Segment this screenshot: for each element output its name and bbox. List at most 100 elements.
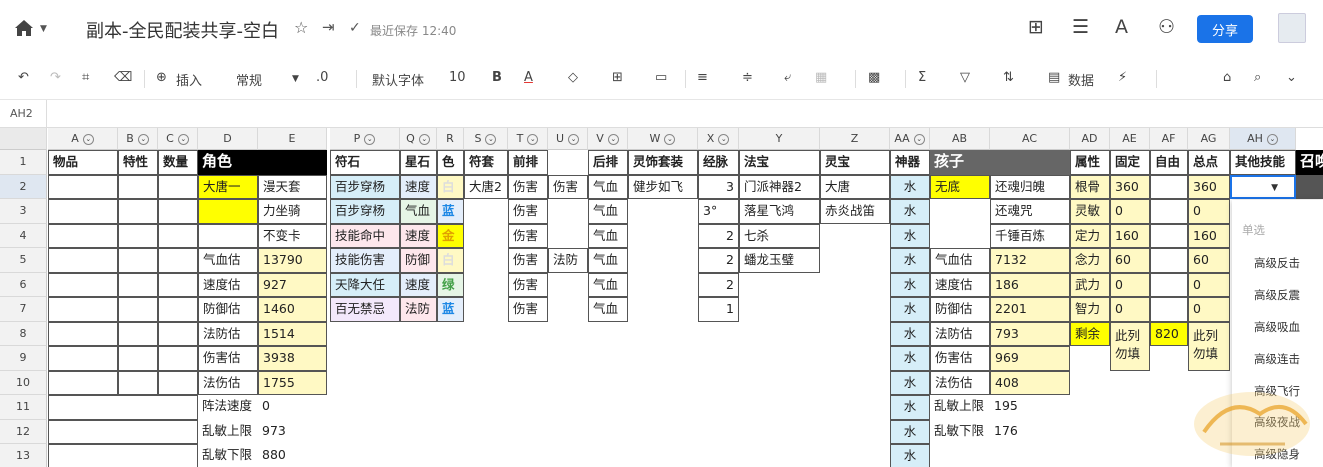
valign-icon[interactable]: ≑ — [742, 70, 753, 85]
header-Q[interactable]: 星石 — [400, 150, 437, 175]
column-header-Q[interactable]: Q ⌄ — [400, 128, 437, 150]
header-W[interactable]: 灵饰套装 — [628, 150, 698, 175]
meridian[interactable]: 3 — [698, 174, 739, 199]
move-icon[interactable]: ⇥ — [322, 18, 335, 36]
rune-color[interactable]: 蓝 — [437, 199, 464, 224]
fill-color-icon[interactable]: ◇ — [568, 70, 578, 85]
child-stat-label[interactable]: 乱敏下限 — [930, 420, 990, 445]
decimal-stepper[interactable]: .0 — [316, 70, 328, 85]
menu-icon[interactable]: ☰ — [1072, 16, 1089, 38]
ornament-set[interactable]: 健步如飞 — [628, 174, 698, 199]
row-header-7[interactable]: 7 — [0, 297, 47, 322]
attr-free[interactable] — [1150, 248, 1188, 273]
column-header-AC[interactable]: AC — [990, 128, 1070, 150]
rune-star[interactable]: 气血 — [400, 199, 437, 224]
child-stat-value[interactable]: 186 — [990, 272, 1070, 297]
border-icon[interactable]: ⊞ — [612, 70, 623, 85]
front-row[interactable]: 伤害 — [508, 297, 548, 322]
spirit-treasure[interactable]: 赤炎战笛 — [820, 199, 890, 224]
column-header-AA[interactable]: AA ⌄ — [890, 128, 930, 150]
back-row[interactable]: 气血 — [588, 248, 628, 273]
cell-C7[interactable] — [158, 297, 198, 322]
header-AI[interactable]: 召唤 — [1296, 150, 1323, 175]
row-header-11[interactable]: 11 — [0, 395, 47, 420]
number-format-select[interactable]: 常规 — [236, 70, 262, 89]
artifact-cell[interactable]: 水 — [890, 272, 930, 297]
child-skill[interactable]: 还魂咒 — [990, 199, 1070, 224]
cell-C2[interactable] — [158, 174, 198, 199]
dropdown-option[interactable]: 高级反震 — [1254, 287, 1300, 303]
select-all-corner[interactable] — [0, 128, 47, 150]
cell-C9[interactable] — [158, 346, 198, 371]
attr-free[interactable] — [1150, 199, 1188, 224]
attr-name[interactable]: 念力 — [1070, 248, 1110, 273]
front-row-2[interactable] — [548, 273, 588, 298]
column-header-AF[interactable]: AF — [1150, 128, 1188, 150]
front-row[interactable]: 伤害 — [508, 248, 548, 273]
header-C[interactable]: 数量 — [158, 150, 198, 175]
treasure[interactable]: 门派神器2 — [739, 174, 820, 199]
attr-name[interactable]: 灵敏 — [1070, 199, 1110, 224]
attr-total[interactable]: 0 — [1188, 272, 1230, 297]
artifact-cell[interactable]: 水 — [890, 419, 930, 444]
collaborator-icon[interactable]: ⚇ — [1158, 16, 1175, 38]
treasure[interactable]: 蟠龙玉璧 — [739, 248, 820, 273]
role-stat-value[interactable]: 1755 — [258, 370, 327, 395]
cell-C4[interactable] — [158, 223, 198, 248]
column-header-Z[interactable]: Z — [820, 128, 890, 150]
cell-C10[interactable] — [158, 370, 198, 395]
row-header-3[interactable]: 3 — [0, 199, 47, 224]
header-Z[interactable]: 灵宝 — [820, 150, 890, 175]
meridian[interactable]: 2 — [698, 272, 739, 297]
column-filter-icon[interactable]: ⌄ — [913, 133, 925, 145]
header-A[interactable]: 物品 — [48, 150, 118, 175]
column-header-AE[interactable]: AE — [1110, 128, 1150, 150]
rune-color[interactable]: 金 — [437, 223, 464, 248]
rune-name[interactable]: 百步穿杨 — [330, 174, 400, 199]
cell-E2[interactable]: 漫天套 — [258, 174, 327, 199]
child-stat-value[interactable]: 969 — [990, 346, 1070, 371]
insert-button[interactable]: 插入 — [176, 70, 202, 89]
role-stat-label[interactable]: 防御估 — [198, 297, 258, 322]
column-header-AB[interactable]: AB — [930, 128, 990, 150]
row-header-2[interactable]: 2 — [0, 174, 47, 199]
attr-total[interactable]: 60 — [1188, 248, 1230, 273]
front-row-2[interactable] — [548, 224, 588, 249]
rune-star[interactable]: 速度 — [400, 272, 437, 297]
attr-total[interactable]: 160 — [1188, 223, 1230, 248]
column-filter-icon[interactable]: ⌄ — [137, 133, 149, 145]
add-doc-icon[interactable]: ⊞ — [1028, 16, 1044, 38]
role-stat-label[interactable]: 伤害估 — [198, 346, 258, 371]
attr-total[interactable]: 0 — [1188, 297, 1230, 322]
collapse-icon[interactable]: ⌄ — [1286, 70, 1297, 85]
artifact-cell[interactable]: 水 — [890, 297, 930, 322]
child-stat-label[interactable]: 法伤估 — [930, 370, 990, 395]
child-skill[interactable]: 千锤百炼 — [990, 223, 1070, 248]
font-color-icon[interactable]: A — [524, 70, 533, 85]
treasure[interactable]: 落星飞鸿 — [739, 199, 820, 224]
dropdown-option[interactable]: 高级吸血 — [1254, 319, 1300, 335]
column-header-P[interactable]: P ⌄ — [330, 128, 400, 150]
front-row-2[interactable] — [548, 297, 588, 322]
artifact-cell[interactable]: 水 — [890, 444, 930, 467]
format-painter-icon[interactable]: ⌗ — [82, 70, 89, 85]
cell-B7[interactable] — [118, 297, 158, 322]
header-R[interactable]: 色 — [437, 150, 464, 175]
artifact-cell[interactable]: 水 — [890, 346, 930, 371]
cell-E3[interactable]: 力坐骑 — [258, 199, 327, 224]
cell-A6[interactable] — [48, 272, 118, 297]
child-stat-label[interactable]: 伤害估 — [930, 346, 990, 371]
dropdown-option[interactable]: 高级连击 — [1254, 351, 1300, 367]
cell-A13[interactable] — [48, 444, 198, 467]
cell-AI2[interactable] — [1296, 174, 1323, 199]
header-V[interactable]: 后排 — [588, 150, 628, 175]
bold-button[interactable]: B — [492, 70, 502, 85]
child-stat-label[interactable]: 速度估 — [930, 272, 990, 297]
selected-cell-AH2[interactable]: ▼ — [1230, 174, 1296, 199]
rune-color[interactable]: 白 — [437, 248, 464, 273]
artifact-cell[interactable]: 水 — [890, 395, 930, 420]
rune-star[interactable]: 法防 — [400, 297, 437, 322]
column-header-C[interactable]: C ⌄ — [158, 128, 198, 150]
font-family-select[interactable]: 默认字体 — [372, 70, 424, 89]
redo-icon[interactable]: ↷ — [50, 70, 61, 85]
